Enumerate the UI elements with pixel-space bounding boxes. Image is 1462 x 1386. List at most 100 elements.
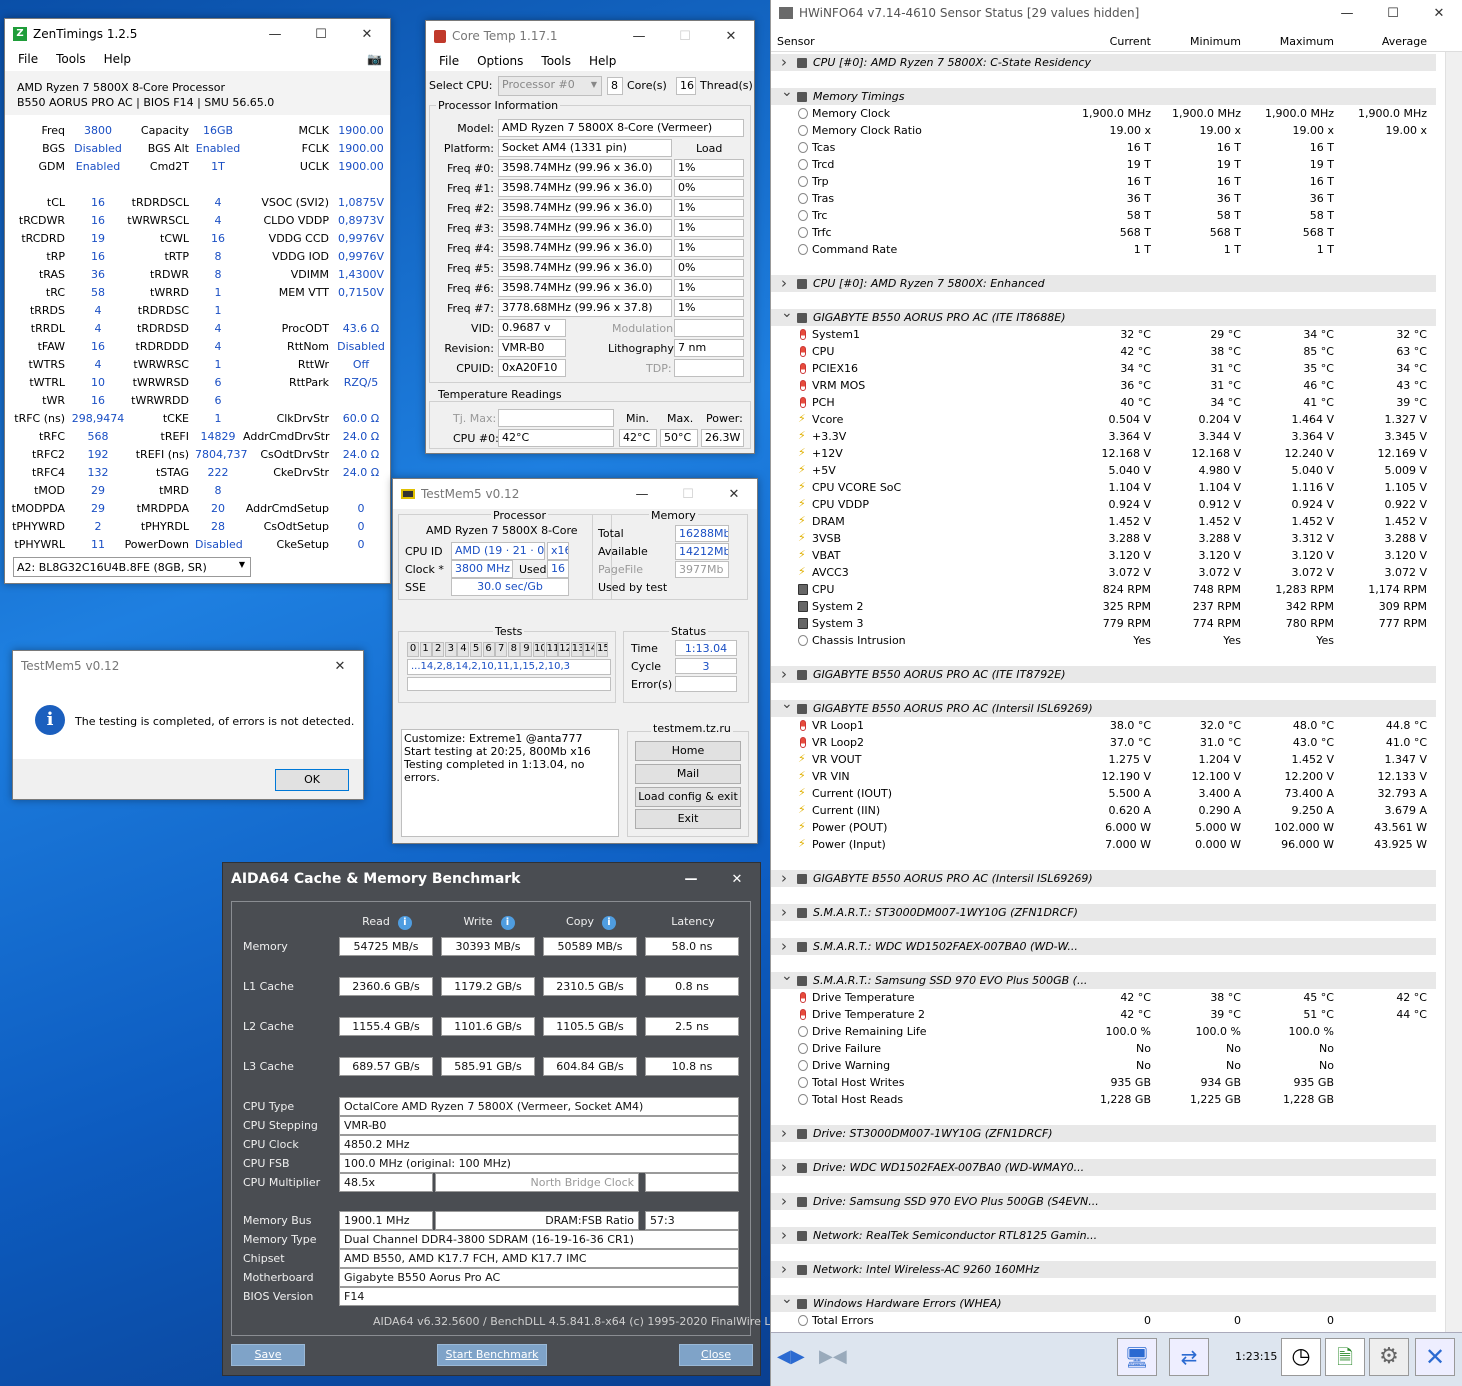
minimize-button[interactable]: —	[668, 872, 714, 887]
column-current[interactable]: Current	[1061, 35, 1151, 48]
sensor-row[interactable]: ⚡ +12V 12.168 V 12.168 V 12.240 V 12.169 V	[771, 445, 1436, 462]
testmem-titlebar[interactable]: TestMem5 v0.12 — ☐ ✕	[393, 479, 757, 509]
sensor-row[interactable]: ⚡ Power (Input) 7.000 W 0.000 W 96.000 W 43.9…	[771, 836, 1436, 853]
sensor-row[interactable]: ⚡ Current (IOUT) 5.500 A 3.400 A 73.400 A 32.…	[771, 785, 1436, 802]
sensor-group[interactable]: › Drive: WDC WD1502FAEX-007BA0 (WD-WMAY0.…	[771, 1158, 1436, 1176]
sensor-row[interactable]: Tcas 16 T 16 T 16 T	[771, 139, 1436, 156]
sensor-row[interactable]: Total Errors 0 0 0	[771, 1312, 1436, 1329]
sensor-row[interactable]: VR Loop1 38.0 °C 32.0 °C 48.0 °C 44.8 °C	[771, 717, 1436, 734]
menu-tools[interactable]: Tools	[532, 54, 580, 68]
processor-select[interactable]: Processor #0 ▼	[498, 76, 602, 96]
sensor-row[interactable]: ⚡ CPU VCORE SoC 1.104 V 1.104 V 1.116 V 1.105…	[771, 479, 1436, 496]
minimize-button[interactable]: —	[1324, 6, 1370, 21]
menu-options[interactable]: Options	[468, 54, 532, 68]
coretemp-titlebar[interactable]: Core Temp 1.17.1 — ☐ ✕	[426, 21, 754, 51]
sensor-row[interactable]: Memory Clock Ratio 19.00 x 19.00 x 19.00 x 1…	[771, 122, 1436, 139]
ok-button[interactable]: OK	[275, 769, 349, 791]
chevron-right-icon[interactable]: ›	[781, 1226, 787, 1244]
menu-file[interactable]: File	[9, 52, 47, 66]
sensor-row[interactable]: Total Host Reads 1,228 GB 1,225 GB 1,228 GB	[771, 1091, 1436, 1108]
sensor-group[interactable]: › Drive: Samsung SSD 970 EVO Plus 500GB (…	[771, 1192, 1436, 1210]
sensor-group[interactable]: ⌄ S.M.A.R.T.: Samsung SSD 970 EVO Plus 50…	[771, 968, 1436, 989]
info-icon[interactable]: i	[397, 916, 412, 930]
sensor-row[interactable]: ⚡ VR VOUT 1.275 V 1.204 V 1.452 V 1.347 V	[771, 751, 1436, 768]
sensor-group[interactable]: › Network: RealTek Semiconductor RTL8125 …	[771, 1226, 1436, 1244]
minimize-button[interactable]: —	[619, 487, 665, 502]
sensor-row[interactable]: ⚡ Power (POUT) 6.000 W 5.000 W 102.000 W 43.5…	[771, 819, 1436, 836]
dimm-select[interactable]: A2: BL8G32C16U4B.8FE (8GB, SR) ▼	[13, 557, 251, 577]
maximize-button[interactable]: ☐	[662, 29, 708, 44]
sensor-row[interactable]: Memory Clock 1,900.0 MHz 1,900.0 MHz 1,900.…	[771, 105, 1436, 122]
maximize-button[interactable]: ☐	[298, 27, 344, 42]
aida-titlebar[interactable]: AIDA64 Cache & Memory Benchmark — ✕	[223, 863, 760, 895]
close-button[interactable]: ✕	[711, 487, 757, 502]
menu-tools[interactable]: Tools	[47, 52, 95, 66]
menu-help[interactable]: Help	[580, 54, 625, 68]
close-button[interactable]: ✕	[1416, 6, 1462, 21]
hwinfo-titlebar[interactable]: HWiNFO64 v7.14-4610 Sensor Status [29 va…	[771, 0, 1462, 26]
sensor-row[interactable]: ⚡ VBAT 3.120 V 3.120 V 3.120 V 3.120 V	[771, 547, 1436, 564]
clock-icon[interactable]: ◷	[1281, 1338, 1321, 1376]
mail-button[interactable]: Mail	[635, 764, 741, 784]
sensor-row[interactable]: Tras 36 T 36 T 36 T	[771, 190, 1436, 207]
chevron-right-icon[interactable]: ›	[781, 274, 787, 292]
chevron-down-icon[interactable]: ⌄	[781, 696, 793, 712]
sensor-group[interactable]: › Network: Intel Wireless-AC 9260 160MHz	[771, 1260, 1436, 1278]
sensor-row[interactable]: ⚡ CPU VDDP 0.924 V 0.912 V 0.924 V 0.922 V	[771, 496, 1436, 513]
close-button[interactable]: Close	[679, 1344, 753, 1366]
nav-left-right-icon[interactable]: ◀▶	[777, 1346, 805, 1367]
maximize-button[interactable]: ☐	[665, 487, 711, 502]
close-button[interactable]: ✕	[714, 872, 760, 887]
chevron-right-icon[interactable]: ›	[781, 1124, 787, 1142]
chevron-right-icon[interactable]: ›	[781, 1192, 787, 1210]
sensor-row[interactable]: System1 32 °C 29 °C 34 °C 32 °C	[771, 326, 1436, 343]
sensor-row[interactable]: Trcd 19 T 19 T 19 T	[771, 156, 1436, 173]
sensor-row[interactable]: PCIEX16 34 °C 31 °C 35 °C 34 °C	[771, 360, 1436, 377]
sensor-row[interactable]: Total Host Writes 935 GB 934 GB 935 GB	[771, 1074, 1436, 1091]
sensor-group[interactable]: ⌄ Windows Hardware Errors (WHEA)	[771, 1291, 1436, 1312]
start-benchmark-button[interactable]: Start Benchmark	[437, 1344, 547, 1366]
load-config-exit-button[interactable]: Load config & exit	[635, 787, 741, 807]
save-button[interactable]: Save	[231, 1344, 305, 1366]
chevron-right-icon[interactable]: ›	[781, 665, 787, 683]
remote-icon[interactable]: ⇄	[1169, 1338, 1209, 1376]
nav-collapse-icon[interactable]: ▶◀	[819, 1346, 847, 1367]
network-icon[interactable]: 🖥	[1117, 1338, 1157, 1376]
sensor-row[interactable]: Drive Remaining Life 100.0 % 100.0 % 100.0 …	[771, 1023, 1436, 1040]
sensor-group[interactable]: › CPU [#0]: AMD Ryzen 7 5800X: C-State Re…	[771, 53, 1436, 71]
sensor-row[interactable]: ⚡ Current (IIN) 0.620 A 0.290 A 9.250 A 3.679…	[771, 802, 1436, 819]
sensor-row[interactable]: System 3 779 RPM 774 RPM 780 RPM 777 RPM	[771, 615, 1436, 632]
scrollbar[interactable]	[1445, 52, 1462, 1332]
sensor-group[interactable]: › S.M.A.R.T.: WDC WD1502FAEX-007BA0 (WD-W…	[771, 937, 1436, 955]
sensor-group[interactable]: ⌄ Memory Timings	[771, 84, 1436, 105]
sensor-row[interactable]: Trp 16 T 16 T 16 T	[771, 173, 1436, 190]
sensor-row[interactable]: ⚡ +5V 5.040 V 4.980 V 5.040 V 5.009 V	[771, 462, 1436, 479]
column-sensor[interactable]: Sensor	[777, 35, 815, 48]
chevron-right-icon[interactable]: ›	[781, 1260, 787, 1278]
dialog-titlebar[interactable]: TestMem5 v0.12 ✕	[13, 651, 363, 681]
sensor-group[interactable]: › S.M.A.R.T.: ST3000DM007-1WY10G (ZFN1DRC…	[771, 903, 1436, 921]
sensor-row[interactable]: ⚡ 3VSB 3.288 V 3.288 V 3.312 V 3.288 V	[771, 530, 1436, 547]
minimize-button[interactable]: —	[616, 29, 662, 44]
sensor-row[interactable]: Trc 58 T 58 T 58 T	[771, 207, 1436, 224]
column-minimum[interactable]: Minimum	[1151, 35, 1241, 48]
sensor-row[interactable]: Drive Temperature 2 42 °C 39 °C 51 °C 44 °C	[771, 1006, 1436, 1023]
exit-button[interactable]: Exit	[635, 809, 741, 829]
sensor-row[interactable]: Drive Warning No No No	[771, 1057, 1436, 1074]
chevron-right-icon[interactable]: ›	[781, 903, 787, 921]
sensor-group[interactable]: › GIGABYTE B550 AORUS PRO AC (ITE IT8792E…	[771, 665, 1436, 683]
chevron-down-icon[interactable]: ⌄	[781, 84, 793, 100]
sensor-row[interactable]: System 2 325 RPM 237 RPM 342 RPM 309 RPM	[771, 598, 1436, 615]
sensor-group[interactable]: › Drive: ST3000DM007-1WY10G (ZFN1DRCF)	[771, 1124, 1436, 1142]
minimize-button[interactable]: —	[252, 27, 298, 42]
chevron-down-icon[interactable]: ⌄	[781, 968, 793, 984]
sensor-row[interactable]: VR Loop2 37.0 °C 31.0 °C 43.0 °C 41.0 °C	[771, 734, 1436, 751]
column-average[interactable]: Average	[1337, 35, 1427, 48]
sensor-row[interactable]: CPU 42 °C 38 °C 85 °C 63 °C	[771, 343, 1436, 360]
sensor-row[interactable]: ⚡ VR VIN 12.190 V 12.100 V 12.200 V 12.133 V	[771, 768, 1436, 785]
sensor-row[interactable]: Chassis Intrusion Yes Yes Yes	[771, 632, 1436, 649]
chevron-down-icon[interactable]: ⌄	[781, 305, 793, 321]
maximize-button[interactable]: ☐	[1370, 6, 1416, 21]
chevron-right-icon[interactable]: ›	[781, 1158, 787, 1176]
close-button[interactable]: ✕	[708, 29, 754, 44]
